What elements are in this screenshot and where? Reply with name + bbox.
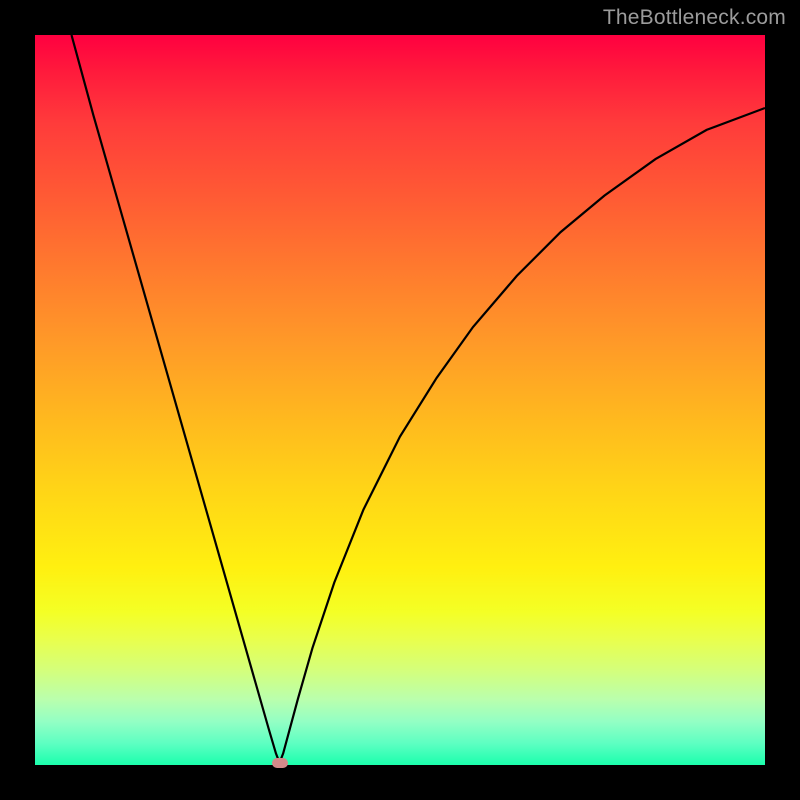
chart-frame: TheBottleneck.com xyxy=(0,0,800,800)
watermark-text: TheBottleneck.com xyxy=(603,6,786,30)
bottleneck-curve xyxy=(35,35,765,765)
optimal-point-marker xyxy=(272,758,288,768)
curve-path xyxy=(72,35,766,763)
